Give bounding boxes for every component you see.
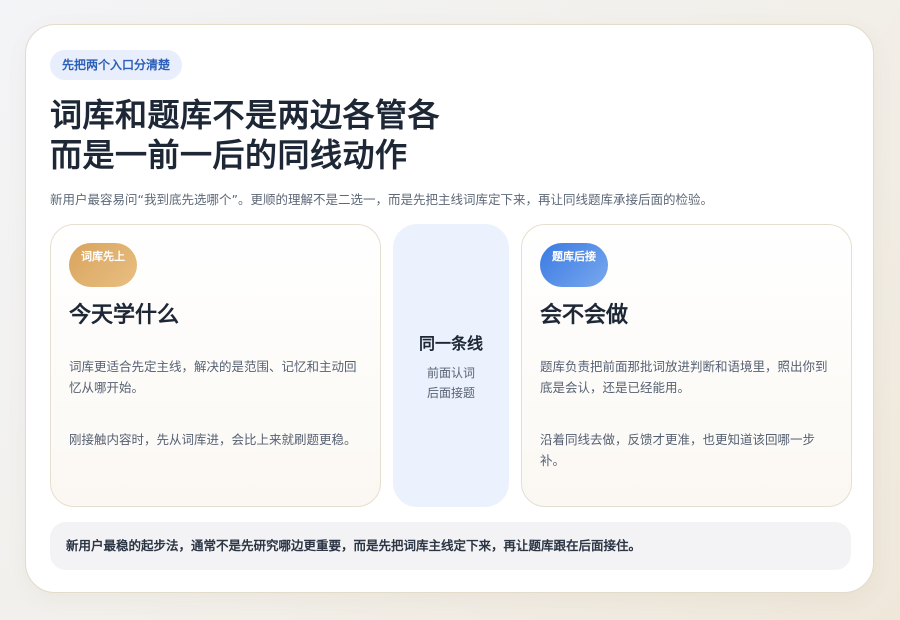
connector-subtext-1: 前面认词: [426, 366, 475, 380]
section-tag: 先把两个入口分清楚: [50, 50, 183, 80]
connector-panel: 同一条线 前面认词 后面接题: [393, 224, 509, 507]
vocabulary-badge: 词库先上: [69, 243, 137, 287]
question-bank-badge: 题库后接: [540, 243, 608, 287]
vocabulary-panel: 词库先上 今天学什么 词库更适合先定主线，解决的是范围、记忆和主动回忆从哪开始。…: [50, 224, 381, 507]
main-card: 先把两个入口分清楚 词库和题库不是两边各管各 而是一前一后的同线动作 新用户最容…: [25, 24, 874, 593]
page-title-line-2: 而是一前一后的同线动作: [50, 136, 408, 174]
vocabulary-panel-text-2: 刚接触内容时，先从词库进，会比上来就刷题更稳。: [69, 432, 357, 447]
summary-footer: 新用户最稳的起步法，通常不是先研究哪边更重要，而是先把词库主线定下来，再让题库跟…: [50, 522, 851, 570]
connector-title: 同一条线: [418, 334, 483, 353]
page-subtitle: 新用户最容易问“我到底先选哪个”。更顺的理解不是二选一，而是先把主线词库定下来，…: [50, 192, 713, 207]
question-bank-panel-text-2: 沿着同线去做，反馈才更准，也更知道该回哪一步补。: [540, 432, 816, 468]
question-bank-panel-title: 会不会做: [540, 303, 629, 328]
connector-subtext-2: 后面接题: [426, 386, 475, 400]
question-bank-panel-text-1: 题库负责把前面那批词放进判断和语境里，照出你到底是会认，还是已经能用。: [540, 359, 828, 395]
vocabulary-panel-title: 今天学什么: [69, 303, 180, 328]
page-title: 词库和题库不是两边各管各 而是一前一后的同线动作: [50, 95, 440, 175]
question-bank-panel: 题库后接 会不会做 题库负责把前面那批词放进判断和语境里，照出你到底是会认，还是…: [521, 224, 852, 507]
vocabulary-panel-text-1: 词库更适合先定主线，解决的是范围、记忆和主动回忆从哪开始。: [69, 359, 357, 395]
page-title-line-1: 词库和题库不是两边各管各: [50, 96, 441, 134]
